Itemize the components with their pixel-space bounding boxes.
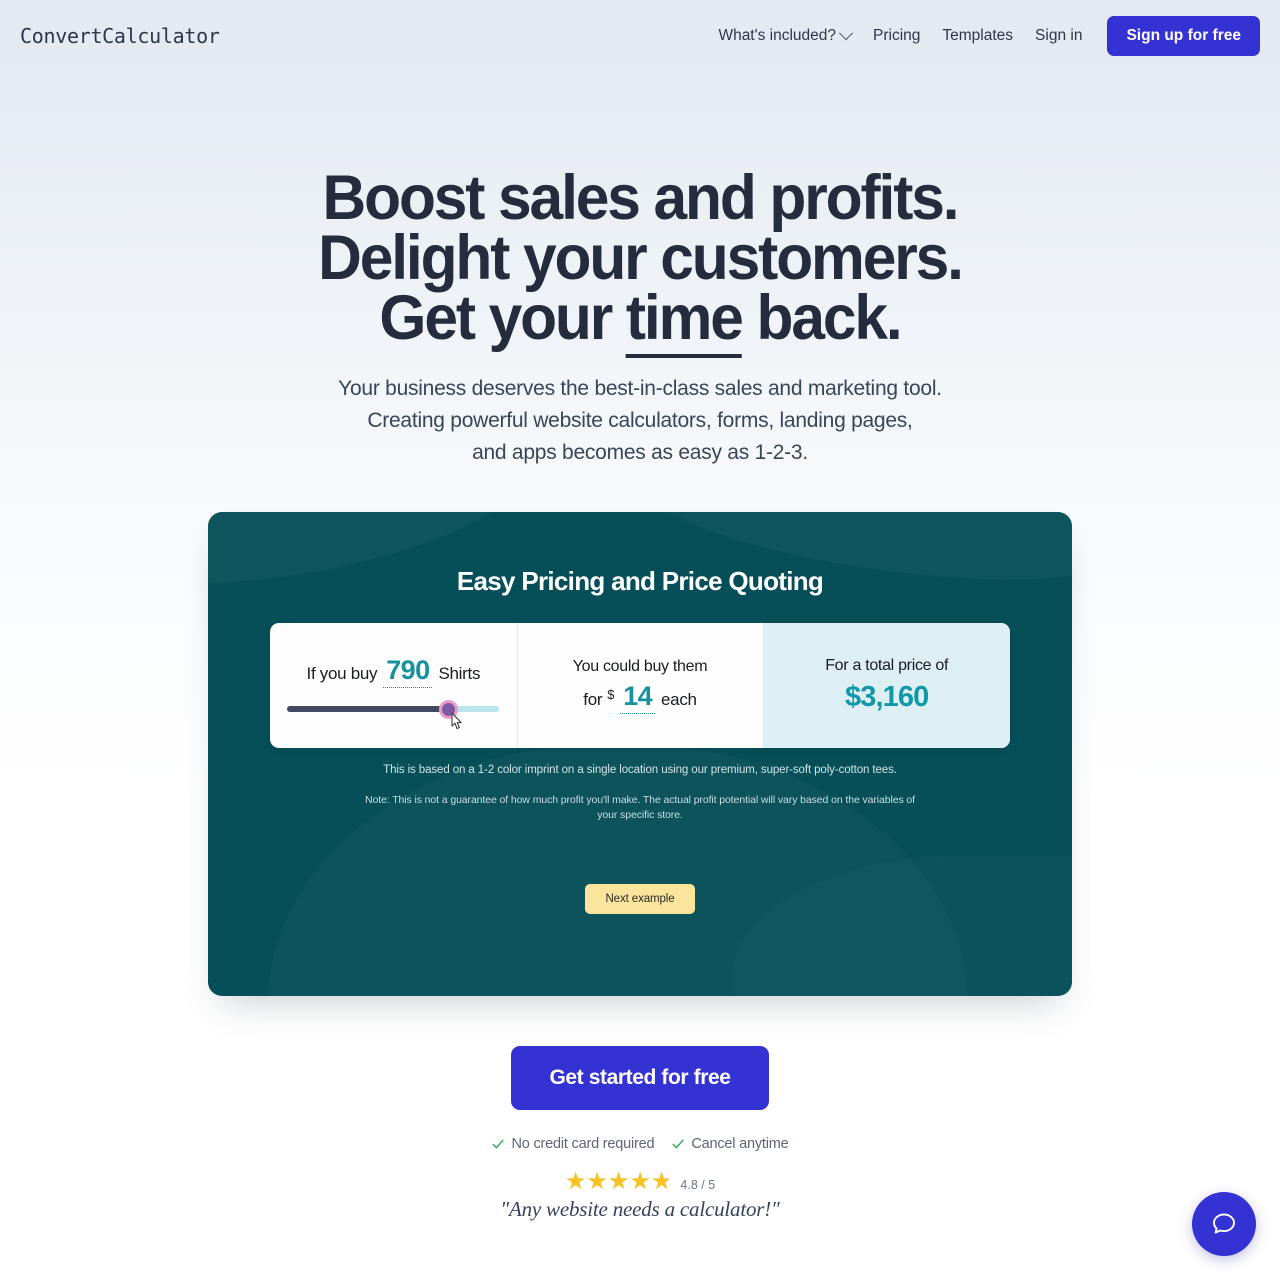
mouse-pointer-icon <box>451 712 463 730</box>
trust-item-no-credit-card: No credit card required <box>491 1136 655 1152</box>
decorative-swoosh <box>268 742 968 996</box>
total-price-value: $3,160 <box>845 681 929 713</box>
get-started-button[interactable]: Get started for free <box>511 1046 769 1110</box>
subhead-line-2: Creating powerful website calculators, f… <box>367 409 913 432</box>
check-icon <box>672 1139 684 1149</box>
hero-subtitle: Your business deserves the best-in-class… <box>0 373 1280 469</box>
headline-underlined-word: time <box>625 283 744 358</box>
unit-price-value[interactable]: 14 <box>620 681 656 714</box>
sign-up-button[interactable]: Sign up for free <box>1107 16 1260 56</box>
nav-item-whats-included[interactable]: What's included? <box>707 26 862 45</box>
unit-price-line: for $ 14 each <box>583 681 697 714</box>
for-label: for <box>583 689 603 709</box>
cta-section: Get started for free No credit card requ… <box>0 1046 1280 1222</box>
star-rating: ★★★★★ ★★★★★ <box>564 1170 673 1194</box>
trust-indicators: No credit card required Cancel anytime <box>0 1136 1280 1152</box>
rating-row: ★★★★★ ★★★★★ 4.8 / 5 <box>0 1170 1280 1194</box>
chat-bubble-icon <box>1213 1213 1235 1234</box>
calculator-widget: If you buy 790 Shirts You could buy them <box>270 623 1010 748</box>
main-navigation: What's included? Pricing Templates Sign … <box>707 16 1260 56</box>
quantity-value[interactable]: 790 <box>383 655 433 688</box>
testimonial-quote: "Any website needs a calculator!" <box>500 1197 780 1221</box>
headline-post: back. <box>741 283 902 353</box>
trust-label: No credit card required <box>511 1136 655 1152</box>
chevron-down-icon <box>838 26 854 41</box>
panel-total-price: For a total price of $3,160 <box>763 623 1010 748</box>
chat-widget-button[interactable] <box>1192 1192 1256 1256</box>
quantity-line: If you buy 790 Shirts <box>306 655 481 688</box>
nav-label: What's included? <box>718 27 836 44</box>
currency-symbol: $ <box>607 686 615 702</box>
subhead-line-3: and apps becomes as easy as 1-2-3. <box>472 441 808 464</box>
decorative-swoosh <box>732 856 1072 996</box>
quantity-slider[interactable] <box>287 700 500 730</box>
total-price-label: For a total price of <box>825 657 949 674</box>
calculator-note: Note: This is not a guarantee of how muc… <box>364 794 915 821</box>
site-header: ConvertCalculator What's included? Prici… <box>0 0 1280 72</box>
hero-section: Boost sales and profits. Delight your cu… <box>0 167 1280 469</box>
panel-quantity: If you buy 790 Shirts <box>270 623 517 748</box>
nav-item-pricing[interactable]: Pricing <box>862 27 931 45</box>
trust-item-cancel-anytime: Cancel anytime <box>671 1136 789 1152</box>
headline-line-3: Get your time back. <box>379 283 903 358</box>
quantity-prefix-label: If you buy <box>306 664 378 683</box>
calculator-demo-card: Easy Pricing and Price Quoting If you bu… <box>208 512 1072 996</box>
calculator-title: Easy Pricing and Price Quoting <box>456 566 824 596</box>
page-title: Boost sales and profits. Delight your cu… <box>26 167 1255 358</box>
subhead-line-1: Your business deserves the best-in-class… <box>338 377 942 400</box>
calculator-fineprint: This is based on a 1-2 color imprint on … <box>383 764 897 776</box>
each-label: each <box>661 689 697 709</box>
headline-pre: Get your <box>379 283 626 353</box>
next-example-button[interactable]: Next example <box>585 884 695 914</box>
unit-price-label: You could buy them <box>572 657 708 675</box>
rating-value: 4.8 / 5 <box>680 1178 716 1192</box>
star-rating-filled: ★★★★★ <box>564 1172 669 1192</box>
panel-unit-price: You could buy them for $ 14 each <box>516 623 764 748</box>
check-icon <box>492 1139 505 1149</box>
nav-item-sign-in[interactable]: Sign in <box>1024 27 1093 45</box>
page-root: ConvertCalculator What's included? Prici… <box>0 0 1280 1280</box>
site-logo[interactable]: ConvertCalculator <box>20 24 220 48</box>
quantity-suffix-label: Shirts <box>438 664 481 683</box>
trust-label: Cancel anytime <box>691 1136 789 1152</box>
nav-item-templates[interactable]: Templates <box>931 27 1024 45</box>
slider-fill <box>287 706 449 712</box>
